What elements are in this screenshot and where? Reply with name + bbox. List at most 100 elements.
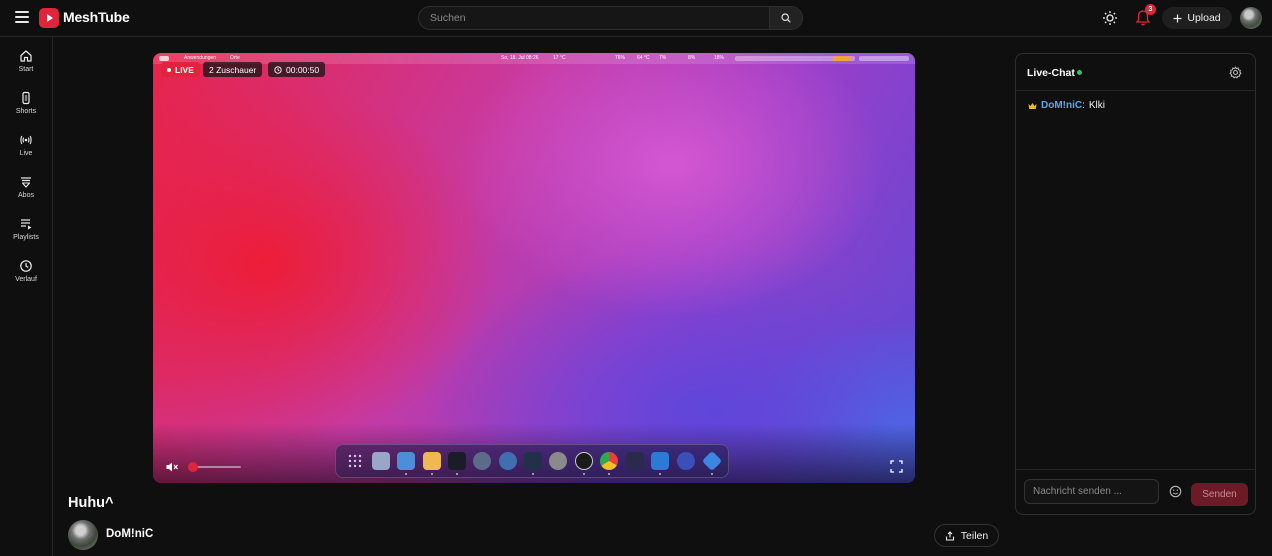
share-label: Teilen [960, 529, 989, 542]
sidebar-item-abos[interactable]: Abos [0, 175, 52, 215]
chat-settings-button[interactable] [1229, 66, 1242, 79]
sidebar: Start Shorts Live Abos Playlists Verlauf [0, 37, 53, 556]
clock-icon [274, 65, 282, 74]
elapsed-time-badge: 00:00:50 [268, 62, 326, 77]
gear-icon [1229, 66, 1242, 79]
dock-running-dot [405, 473, 407, 475]
send-button[interactable]: Senden [1191, 483, 1248, 506]
home-icon [20, 50, 32, 62]
menubar-disk: 8% [688, 55, 696, 61]
browser-icon [677, 452, 695, 470]
upload-label: Upload [1187, 12, 1221, 24]
audio-wave-icon [626, 452, 644, 470]
dock-running-dot [608, 473, 610, 475]
sidebar-item-label: Start [18, 66, 34, 73]
chat-message-input[interactable] [1024, 479, 1159, 504]
chat-composer: Senden [1016, 469, 1255, 514]
crown-icon [1028, 102, 1037, 109]
menubar-system-icons [859, 56, 909, 61]
sidebar-item-label: Shorts [15, 108, 37, 115]
apple-menu-icon [159, 56, 169, 61]
menubar-battery: 76% [615, 55, 626, 61]
menubar-cpu-temp: 64 °C [637, 55, 650, 61]
stream-menubar: Anwendungen Orte So, 18. Jul 08:26 17 °C… [153, 53, 915, 64]
chat-title: Live-Chat [1027, 67, 1075, 79]
plus-icon [1173, 14, 1182, 22]
elapsed-time: 00:00:50 [286, 64, 320, 75]
online-indicator [1077, 70, 1082, 75]
emoji-button[interactable] [1169, 485, 1182, 498]
terminal-icon [448, 452, 466, 470]
chrome-icon [600, 452, 618, 470]
messenger-icon [651, 452, 669, 470]
user-avatar[interactable] [1240, 7, 1262, 29]
volume-muted-icon [166, 462, 178, 472]
menubar-highlight-icon [833, 56, 851, 61]
share-button[interactable]: Teilen [934, 524, 999, 547]
menubar-temp: 17 °C [553, 55, 566, 61]
volume-slider[interactable] [193, 466, 241, 468]
settings-gear-icon [549, 452, 567, 470]
subscriptions-icon [21, 177, 31, 188]
dock-running-dot [583, 473, 585, 475]
live-dot-icon [167, 67, 171, 72]
volume-slider-handle[interactable] [188, 462, 198, 472]
sidebar-item-live[interactable]: Live [0, 133, 52, 173]
viewer-count-badge: 2 Zuschauer [203, 62, 263, 77]
chat-username[interactable]: DoM!niC [1041, 100, 1082, 111]
history-icon [20, 260, 32, 272]
chat-message: DoM!niC: Klki [1028, 100, 1105, 111]
live-label: LIVE [175, 64, 194, 75]
dock-running-dot [456, 473, 458, 475]
video-player[interactable]: Anwendungen Orte So, 18. Jul 08:26 17 °C… [153, 53, 915, 483]
chat-message-text: Klki [1088, 100, 1106, 111]
sidebar-item-verlauf[interactable]: Verlauf [0, 259, 52, 299]
menubar-mem: 18% [714, 55, 725, 61]
sidebar-item-start[interactable]: Start [0, 49, 52, 89]
steam-icon [524, 452, 542, 470]
sidebar-item-shorts[interactable]: Shorts [0, 91, 52, 131]
speedometer-icon [473, 452, 491, 470]
search-icon [781, 13, 791, 23]
share-icon [945, 530, 954, 541]
finder-window-icon [372, 452, 390, 470]
mute-button[interactable] [165, 460, 179, 474]
hamburger-icon[interactable] [15, 11, 29, 23]
video-title: Huhu^ [68, 495, 114, 511]
upload-button[interactable]: Upload [1162, 7, 1232, 29]
notification-count-badge: 3 [1145, 4, 1156, 15]
app-diamond-icon [701, 450, 723, 472]
fullscreen-button[interactable] [890, 460, 903, 473]
search-button[interactable] [769, 7, 802, 29]
theme-toggle-button[interactable] [1102, 10, 1118, 26]
obs-icon [575, 452, 593, 470]
search-bar [418, 6, 803, 30]
live-broadcast-icon [20, 135, 32, 145]
logo-icon[interactable] [39, 8, 59, 28]
globe-icon [499, 452, 517, 470]
fullscreen-icon [890, 460, 903, 473]
menubar-fan: 7% [659, 55, 667, 61]
menubar-date: So, 18. Jul 08:26 [501, 55, 539, 61]
brand-name[interactable]: MeshTube [63, 9, 130, 25]
chat-separator: : [1082, 100, 1085, 111]
smiley-icon [1169, 485, 1182, 498]
live-chat-panel: Live-Chat DoM!niC: Klki Senden [1015, 53, 1256, 515]
shorts-icon [22, 91, 30, 105]
menubar-item: Anwendungen [184, 55, 216, 61]
search-input[interactable] [419, 7, 771, 29]
live-badge: LIVE [161, 62, 200, 77]
dock-running-dot [711, 473, 713, 475]
launchpad-icon [346, 452, 364, 470]
top-bar: MeshTube 3 [0, 0, 1272, 37]
viewer-count: 2 Zuschauer [209, 64, 257, 75]
sidebar-item-label: Playlists [13, 234, 39, 241]
channel-avatar[interactable] [68, 520, 98, 550]
sidebar-item-label: Live [19, 150, 33, 157]
files-icon [397, 452, 415, 470]
sidebar-item-playlists[interactable]: Playlists [0, 217, 52, 257]
sidebar-item-label: Verlauf [15, 276, 37, 283]
dock-running-dot [532, 473, 534, 475]
notes-icon [423, 452, 441, 470]
channel-name[interactable]: DoM!niC [106, 528, 153, 540]
